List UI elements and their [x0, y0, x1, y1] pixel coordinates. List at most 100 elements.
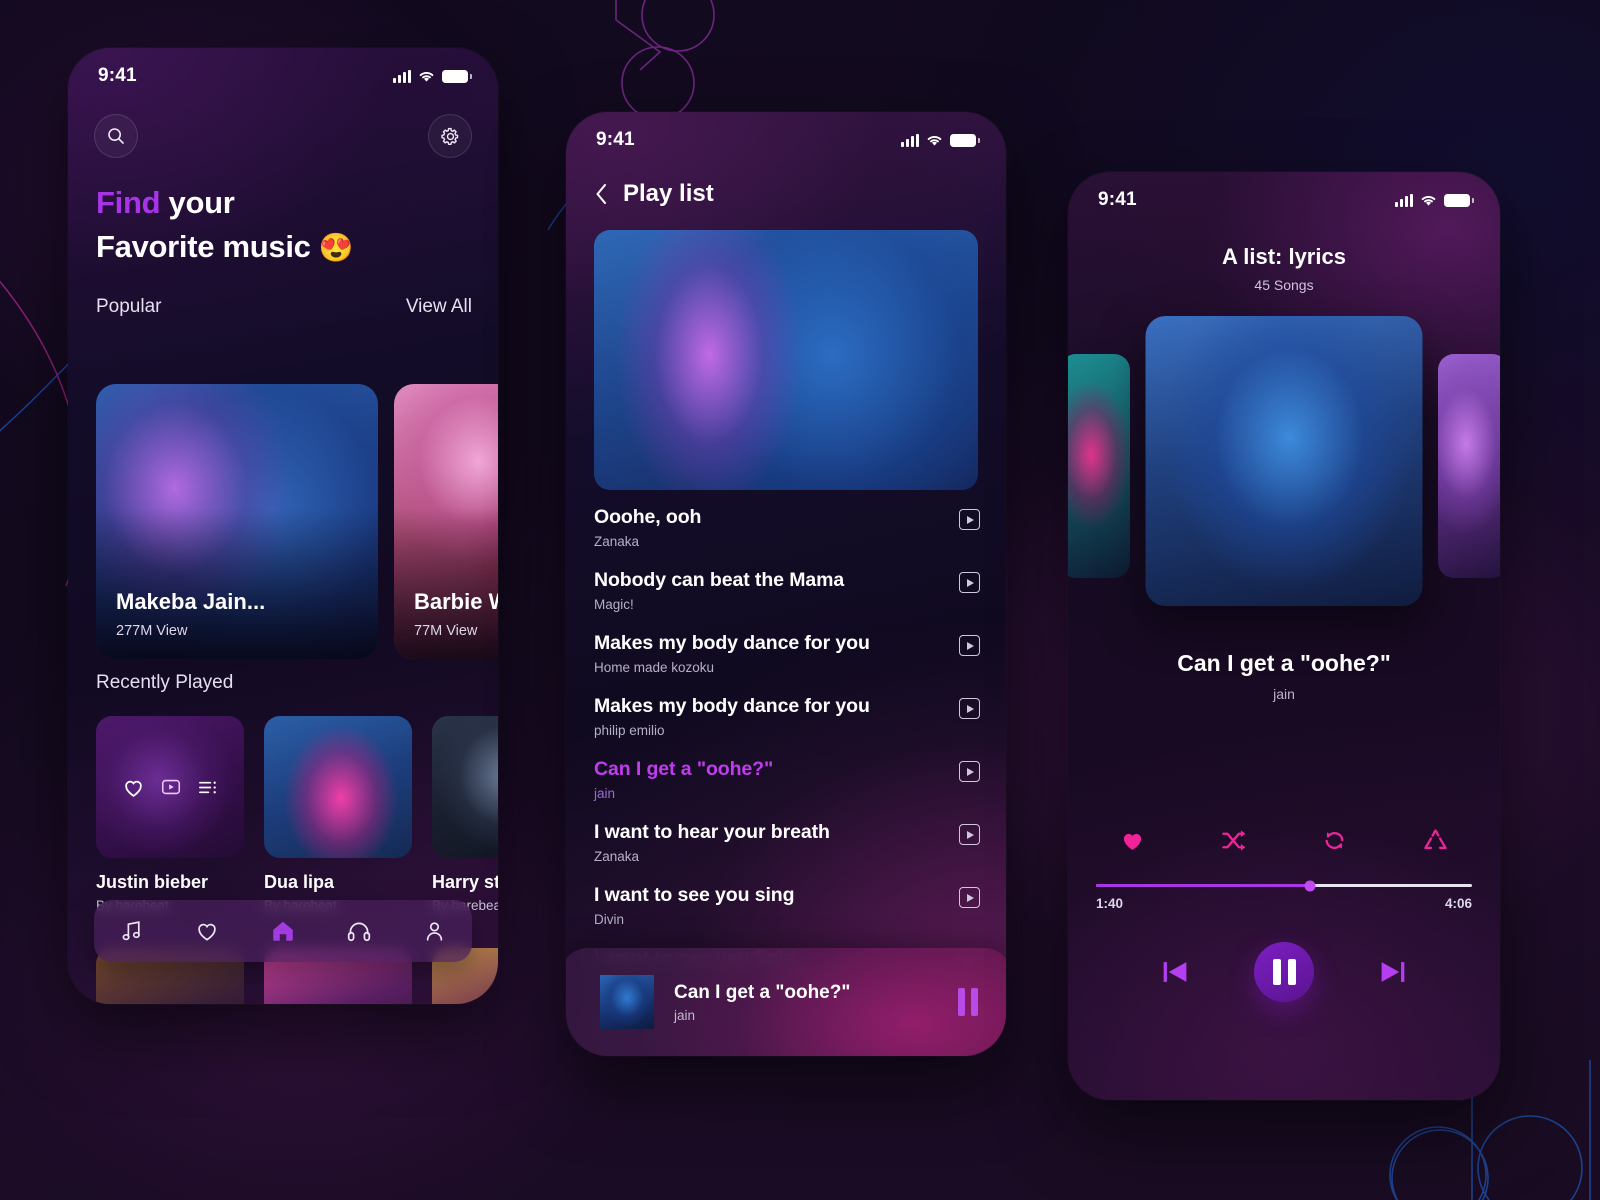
status-bar: 9:41 [1068, 172, 1500, 228]
popular-card-title: Barbie Wor... [414, 589, 498, 614]
recent-hover-actions [96, 716, 244, 858]
table-row[interactable]: Nobody can beat the Mama Magic! [594, 567, 980, 630]
play-icon[interactable] [160, 776, 182, 798]
list-item[interactable]: Justin bieber By barebeat [96, 716, 244, 913]
table-row[interactable]: Makes my body dance for you philip emili… [594, 693, 980, 756]
song-title: Can I get a "oohe?" [594, 758, 774, 780]
mini-player-title: Can I get a "oohe?" [674, 981, 851, 1003]
tab-favorites[interactable] [182, 910, 232, 952]
chevron-left-icon[interactable] [594, 182, 609, 206]
playlist-hero-image[interactable] [594, 230, 978, 490]
list-item[interactable]: Dua lipa By barebeat [264, 716, 412, 913]
recent-section-header: Recently Played [96, 672, 472, 694]
list-item[interactable]: Harry styles By barebeat [432, 716, 498, 913]
recycle-button[interactable] [1416, 820, 1456, 860]
play-button[interactable] [959, 509, 980, 530]
play-icon [967, 893, 974, 902]
mini-player[interactable]: Can I get a "oohe?" jain [566, 948, 1006, 1056]
table-row[interactable]: Ooohe, ooh Zanaka [594, 504, 980, 567]
pause-icon-bar [971, 988, 978, 1016]
play-button[interactable] [959, 761, 980, 782]
battery-icon [950, 133, 980, 147]
previous-button[interactable] [1158, 955, 1192, 989]
play-pause-button[interactable] [1254, 942, 1314, 1002]
recycle-icon [1424, 828, 1448, 849]
play-button[interactable] [959, 635, 980, 656]
status-time: 9:41 [596, 129, 635, 150]
pause-button[interactable] [958, 988, 978, 1016]
popular-card-title: Makeba Jain... [116, 589, 266, 614]
song-title: Ooohe, ooh [594, 506, 702, 528]
song-artist: jain [594, 786, 616, 801]
mockup-canvas: 9:41 Find your Favorite music 😍 Popular … [0, 0, 1600, 1200]
status-icons [393, 69, 472, 83]
progress-times: 1:40 4:06 [1096, 896, 1472, 911]
queue-icon[interactable] [196, 776, 219, 799]
album-art [432, 716, 498, 858]
view-all-link[interactable]: View All [406, 296, 472, 318]
play-button[interactable] [959, 887, 980, 908]
popular-card[interactable]: Barbie Wor... 77M View [394, 384, 498, 659]
tab-headphones[interactable] [334, 910, 384, 952]
popular-heading: Popular [96, 296, 162, 317]
album-art [1145, 316, 1423, 606]
album-carousel[interactable] [1068, 316, 1500, 616]
repeat-button[interactable] [1315, 820, 1355, 860]
popular-carousel[interactable]: Makeba Jain... 277M View Barbie Wor... 7… [96, 384, 498, 659]
album-art [1438, 354, 1500, 578]
table-row[interactable]: I want to hear your breath Zanaka [594, 819, 980, 882]
table-row-active[interactable]: Can I get a "oohe?" jain [594, 756, 980, 819]
home-top-bar [94, 114, 472, 158]
tab-music[interactable] [107, 910, 157, 952]
phone-playlist-screen: 9:41 Play list Ooohe, ooh Zanaka Nobody … [566, 112, 1006, 1056]
playback-controls[interactable] [1068, 942, 1500, 1002]
popular-section-header: Popular View All [96, 296, 472, 318]
page-title: Find your Favorite music 😍 [96, 181, 478, 269]
song-artist: Divin [594, 912, 625, 927]
album-art [600, 975, 654, 1029]
next-button[interactable] [1376, 955, 1410, 989]
play-icon [967, 641, 974, 650]
total-duration: 4:06 [1444, 896, 1472, 911]
wifi-icon [1421, 195, 1436, 206]
bottom-tab-bar[interactable] [94, 900, 472, 962]
favorite-button[interactable] [1112, 820, 1152, 860]
play-icon [967, 767, 974, 776]
heart-eyes-emoji: 😍 [318, 232, 354, 264]
secondary-controls[interactable] [1112, 820, 1456, 860]
search-button[interactable] [94, 114, 138, 158]
wifi-icon [419, 71, 434, 82]
popular-card[interactable]: Makeba Jain... 277M View [96, 384, 378, 659]
shuffle-button[interactable] [1213, 820, 1253, 860]
gear-icon [440, 127, 458, 145]
table-row[interactable]: I want to see you sing Divin [594, 882, 980, 945]
now-playing-artist: jain [1273, 686, 1295, 702]
carousel-next-art[interactable] [1438, 354, 1500, 578]
carousel-current-art[interactable] [1145, 316, 1423, 606]
progress-section[interactable]: 1:40 4:06 [1096, 880, 1472, 911]
play-button[interactable] [959, 698, 980, 719]
carousel-previous-art[interactable] [1068, 354, 1130, 578]
elapsed-time: 1:40 [1096, 896, 1124, 911]
play-button[interactable] [959, 824, 980, 845]
progress-handle[interactable] [1304, 880, 1316, 891]
tab-profile[interactable] [409, 910, 459, 952]
battery-icon [1444, 193, 1474, 207]
play-icon [967, 830, 974, 839]
play-button[interactable] [959, 572, 980, 593]
progress-slider[interactable] [1096, 880, 1472, 891]
song-list[interactable]: Ooohe, ooh Zanaka Nobody can beat the Ma… [594, 504, 980, 1008]
tab-home[interactable] [258, 910, 308, 952]
headphones-icon [347, 922, 370, 942]
popular-card-meta: Makeba Jain... 277M View [116, 589, 265, 639]
heart-icon [198, 923, 217, 941]
settings-button[interactable] [428, 114, 472, 158]
status-icons [1395, 193, 1474, 207]
recently-played-carousel[interactable]: Justin bieber By barebeat Dua lipa By ba… [96, 716, 498, 913]
album-art [1068, 354, 1130, 578]
heart-icon[interactable] [121, 775, 146, 800]
playlist-name: A list: lyrics [1222, 244, 1346, 269]
status-icons [901, 133, 980, 147]
playlist-info: A list: lyrics 45 Songs [1068, 244, 1500, 293]
table-row[interactable]: Makes my body dance for you Home made ko… [594, 630, 980, 693]
